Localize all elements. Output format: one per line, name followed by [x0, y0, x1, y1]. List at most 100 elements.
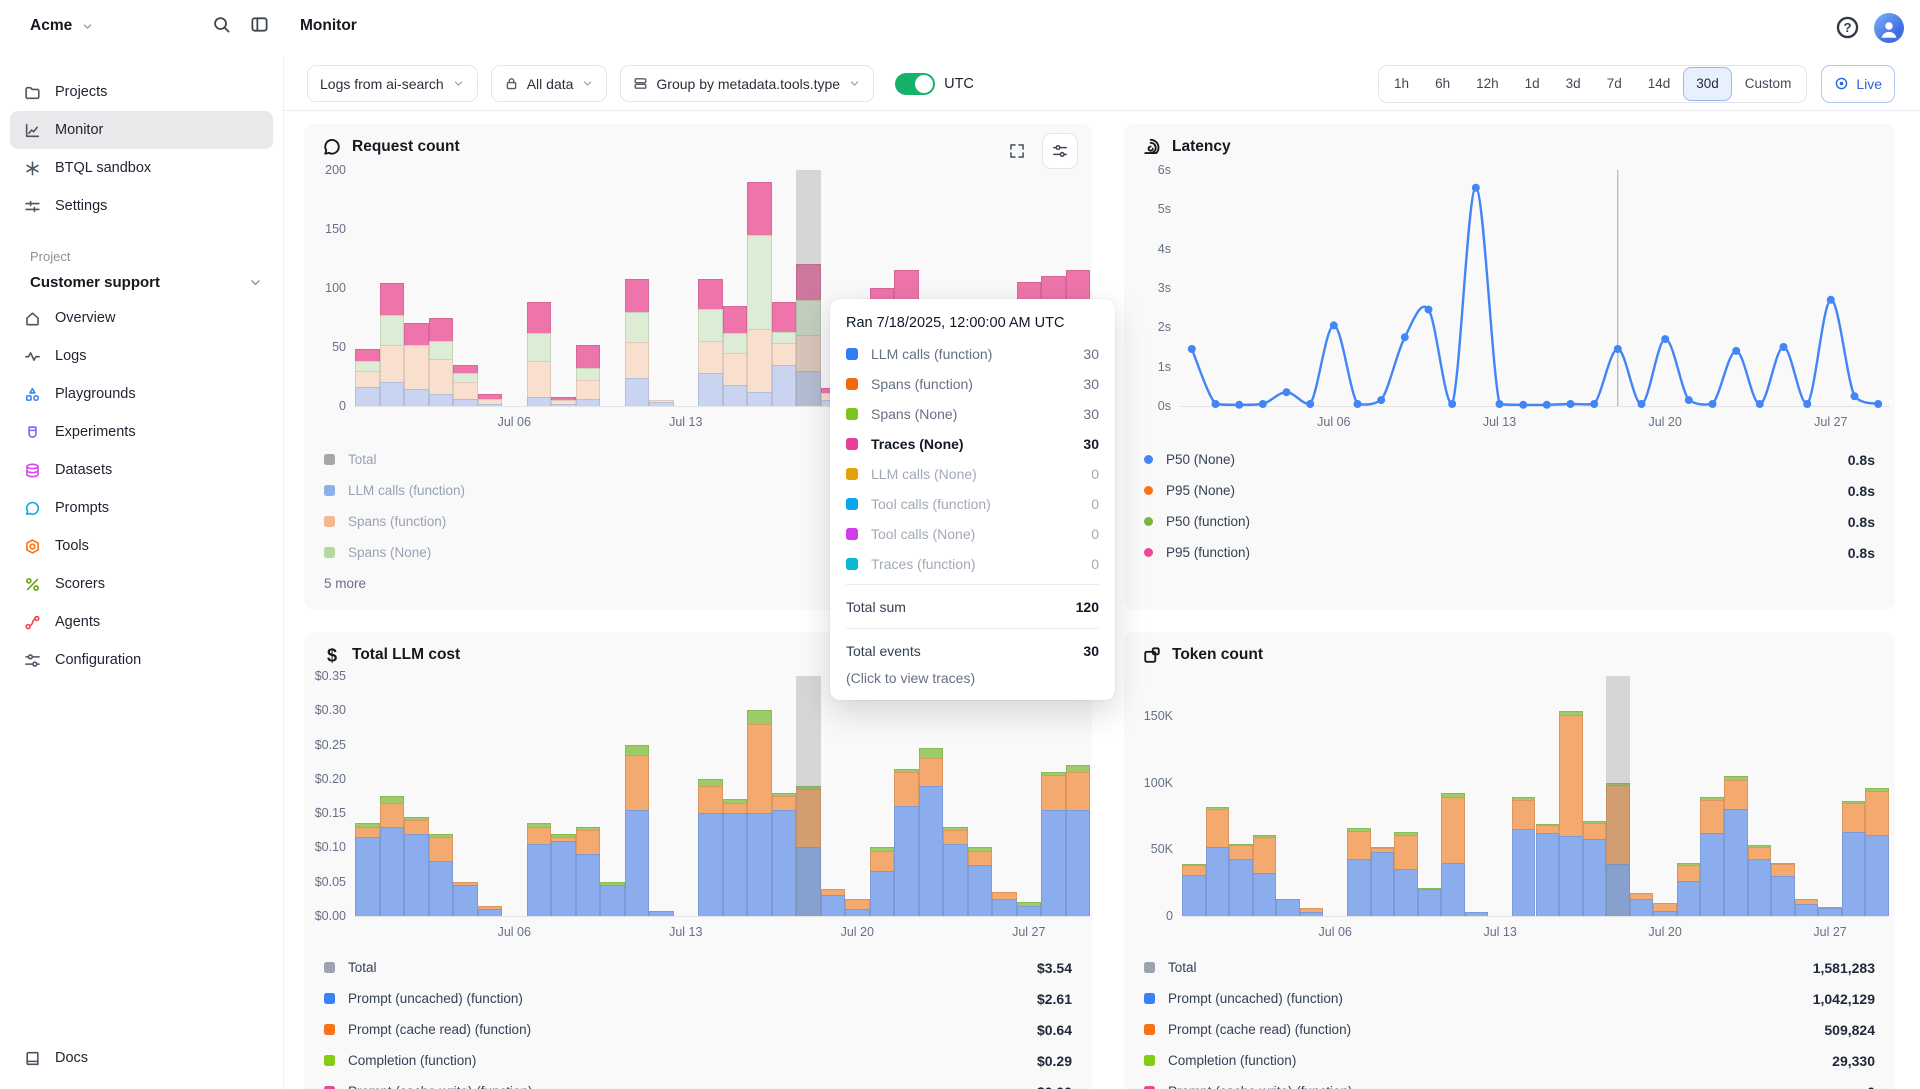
data-point[interactable] — [1614, 345, 1622, 353]
data-point[interactable] — [1330, 321, 1338, 329]
bar-slot[interactable] — [1653, 676, 1677, 916]
sidebar-item-configuration[interactable]: Configuration — [10, 641, 273, 679]
bar-slot[interactable] — [723, 170, 748, 406]
bar-slot[interactable] — [1748, 676, 1772, 916]
bar-slot[interactable] — [1724, 676, 1748, 916]
sidebar-item-experiments[interactable]: Experiments — [10, 413, 273, 451]
range-30d[interactable]: 30d — [1683, 67, 1732, 101]
legend-item[interactable]: Prompt (uncached) (function)$2.61 — [324, 983, 1072, 1014]
data-filter-button[interactable]: All data — [491, 65, 608, 102]
bar-slot[interactable] — [551, 676, 576, 916]
latency-plot[interactable]: 0s1s2s3s4s5s6sJul 06Jul 13Jul 20Jul 27 — [1180, 170, 1890, 406]
data-point[interactable] — [1732, 347, 1740, 355]
range-3d[interactable]: 3d — [1553, 66, 1594, 102]
sidebar-item-prompts[interactable]: Prompts — [10, 489, 273, 527]
data-point[interactable] — [1188, 345, 1196, 353]
bar-slot[interactable] — [404, 170, 429, 406]
bar-slot[interactable] — [894, 676, 919, 916]
sidebar-item-docs[interactable]: Docs — [10, 1039, 273, 1077]
data-point[interactable] — [1756, 400, 1764, 408]
bar-slot[interactable] — [1347, 676, 1371, 916]
bar-slot[interactable] — [1371, 676, 1395, 916]
legend-item[interactable]: Prompt (cache write) (function)$0.00 — [324, 1076, 1072, 1089]
chart-settings-button[interactable] — [1042, 133, 1078, 169]
bar-slot[interactable] — [355, 170, 380, 406]
legend-item[interactable]: Prompt (cache write) (function)0 — [1144, 1076, 1875, 1089]
bar-slot[interactable] — [649, 676, 674, 916]
bar-slot[interactable] — [576, 170, 601, 406]
bar-slot[interactable] — [674, 676, 699, 916]
bar-slot[interactable] — [723, 676, 748, 916]
sidebar-item-datasets[interactable]: Datasets — [10, 451, 273, 489]
data-point[interactable] — [1377, 396, 1385, 404]
sidebar-toggle-icon[interactable] — [250, 15, 269, 34]
bar-slot[interactable] — [429, 676, 454, 916]
data-point[interactable] — [1354, 400, 1362, 408]
range-7d[interactable]: 7d — [1594, 66, 1635, 102]
legend-item[interactable]: Total$3.54 — [324, 952, 1072, 983]
data-point[interactable] — [1235, 401, 1243, 409]
bar-slot[interactable] — [478, 676, 503, 916]
bar-slot[interactable] — [600, 676, 625, 916]
data-point[interactable] — [1448, 400, 1456, 408]
bar-slot[interactable] — [453, 676, 478, 916]
bar-slot[interactable] — [772, 170, 797, 406]
help-icon[interactable]: ? — [1835, 15, 1860, 40]
sidebar-item-agents[interactable]: Agents — [10, 603, 273, 641]
bar-slot[interactable] — [1865, 676, 1889, 916]
legend-item[interactable]: Completion (function)$0.29 — [324, 1045, 1072, 1076]
bar-slot[interactable] — [1041, 676, 1066, 916]
legend-item[interactable]: Prompt (uncached) (function)1,042,129 — [1144, 983, 1875, 1014]
sidebar-item-btql-sandbox[interactable]: BTQL sandbox — [10, 149, 273, 187]
data-point[interactable] — [1401, 333, 1409, 341]
data-point[interactable] — [1851, 392, 1859, 400]
bar-slot[interactable] — [1229, 676, 1253, 916]
bar-slot[interactable] — [772, 676, 797, 916]
bar-slot[interactable] — [551, 170, 576, 406]
bar-slot[interactable] — [380, 676, 405, 916]
token-count-plot[interactable]: 050K100K150KJul 06Jul 13Jul 20Jul 27 — [1182, 676, 1889, 916]
bar-slot[interactable] — [821, 676, 846, 916]
bar-slot[interactable] — [1017, 676, 1042, 916]
search-icon[interactable] — [212, 15, 231, 34]
data-point[interactable] — [1709, 400, 1717, 408]
sidebar-item-playgrounds[interactable]: Playgrounds — [10, 375, 273, 413]
bar-slot[interactable] — [355, 676, 380, 916]
bar-slot[interactable] — [453, 170, 478, 406]
bar-slot[interactable] — [478, 170, 503, 406]
bar-slot[interactable] — [943, 676, 968, 916]
bar-slot[interactable] — [649, 170, 674, 406]
group-by-button[interactable]: Group by metadata.tools.type — [620, 65, 874, 102]
data-point[interactable] — [1685, 396, 1693, 404]
bar-slot[interactable] — [698, 170, 723, 406]
data-point[interactable] — [1780, 343, 1788, 351]
legend-item[interactable]: P50 (function)0.8s — [1144, 506, 1875, 537]
legend-item[interactable]: P95 (None)0.8s — [1144, 475, 1875, 506]
range-6h[interactable]: 6h — [1422, 66, 1463, 102]
bar-slot[interactable] — [968, 676, 993, 916]
sidebar-item-scorers[interactable]: Scorers — [10, 565, 273, 603]
data-point[interactable] — [1212, 400, 1220, 408]
bar-slot[interactable] — [1323, 676, 1347, 916]
legend-item[interactable]: Completion (function)29,330 — [1144, 1045, 1875, 1076]
project-switcher[interactable]: Customer support — [30, 274, 263, 291]
sidebar-item-settings[interactable]: Settings — [10, 187, 273, 225]
sidebar-item-overview[interactable]: Overview — [10, 299, 273, 337]
bar-slot[interactable] — [1795, 676, 1819, 916]
legend-item[interactable]: Prompt (cache read) (function)$0.64 — [324, 1014, 1072, 1045]
data-point[interactable] — [1590, 400, 1598, 408]
bar-slot[interactable] — [919, 676, 944, 916]
source-filter-button[interactable]: Logs from ai-search — [307, 65, 478, 102]
data-point[interactable] — [1567, 400, 1575, 408]
bar-slot[interactable] — [1700, 676, 1724, 916]
bar-slot[interactable] — [1418, 676, 1442, 916]
sidebar-item-monitor[interactable]: Monitor — [10, 111, 273, 149]
bar-slot[interactable] — [1276, 676, 1300, 916]
bar-slot[interactable] — [870, 676, 895, 916]
bar-slot[interactable] — [1066, 676, 1091, 916]
data-point[interactable] — [1803, 400, 1811, 408]
data-point[interactable] — [1519, 401, 1527, 409]
bar-slot[interactable] — [527, 170, 552, 406]
bar-slot[interactable] — [674, 170, 699, 406]
bar-slot[interactable] — [527, 676, 552, 916]
